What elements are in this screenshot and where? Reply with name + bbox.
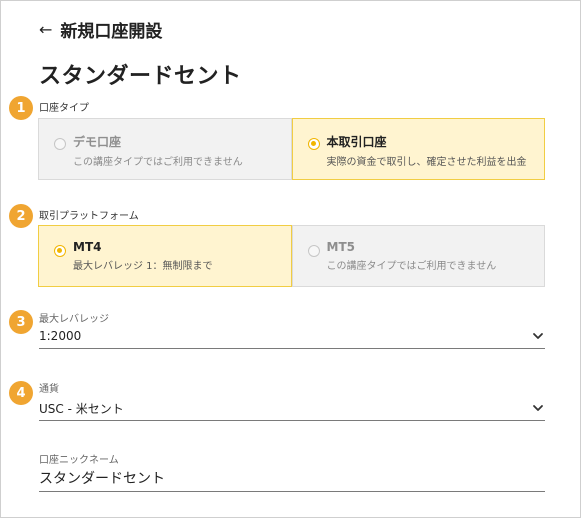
option-description: 実際の資金で取引し、確定させた利益を出金: [326, 157, 527, 168]
radio-demo-account[interactable]: [54, 138, 66, 150]
radio-mt4[interactable]: [54, 245, 66, 257]
currency-value: USC - 米セント: [39, 401, 124, 416]
option-title: MT5: [326, 240, 355, 254]
nickname-label: 口座ニックネーム: [39, 455, 119, 466]
option-mt5[interactable]: MT5 この講座タイプではご利用できません: [291, 225, 545, 287]
radio-mt5[interactable]: [307, 245, 320, 257]
step-badge-4: 4: [9, 381, 33, 405]
nickname-input[interactable]: [39, 465, 545, 492]
leverage-value: 1:2000: [39, 329, 82, 343]
currency-label: 通貨: [39, 384, 59, 395]
leverage-label: 最大レバレッジ: [39, 314, 109, 325]
option-description: この講座タイプではご利用できません: [326, 261, 497, 272]
option-demo-account[interactable]: デモ口座 この講座タイプではご利用できません: [38, 118, 292, 180]
account-type-label: 口座タイプ: [39, 103, 89, 114]
option-title: デモ口座: [73, 135, 122, 149]
platform-label: 取引プラットフォーム: [39, 211, 139, 222]
radio-real-account[interactable]: [307, 138, 320, 150]
back-title: 新規口座開設: [60, 22, 163, 42]
option-description: この講座タイプではご利用できません: [73, 157, 243, 168]
option-title: 本取引口座: [326, 135, 387, 149]
platform-options: MT4 最大レバレッジ 1：無制限まで MT5 この講座タイプではご利用できませ…: [38, 225, 545, 287]
header: ← 新規口座開設: [39, 17, 162, 42]
option-real-account[interactable]: 本取引口座 実際の資金で取引し、確定させた利益を出金: [291, 118, 545, 180]
step-badge-1: 1: [9, 96, 33, 120]
option-title: MT4: [73, 240, 102, 254]
step-badge-2: 2: [9, 204, 33, 228]
page-title: スタンダードセント: [39, 64, 242, 89]
arrow-left-icon[interactable]: ←: [39, 21, 52, 38]
leverage-select[interactable]: 1:2000: [39, 324, 545, 349]
account-type-options: デモ口座 この講座タイプではご利用できません 本取引口座 実際の資金で取引し、確…: [38, 118, 545, 180]
currency-select[interactable]: USC - 米セント: [39, 396, 545, 421]
chevron-down-icon: [533, 333, 543, 339]
option-description: 最大レバレッジ 1：無制限まで: [73, 261, 213, 272]
step-badge-3: 3: [9, 310, 33, 334]
account-form-panel: ← 新規口座開設 スタンダードセント 1 口座タイプ デモ口座 この講座タイプで…: [0, 0, 581, 518]
option-mt4[interactable]: MT4 最大レバレッジ 1：無制限まで: [38, 225, 292, 287]
chevron-down-icon: [533, 405, 543, 411]
